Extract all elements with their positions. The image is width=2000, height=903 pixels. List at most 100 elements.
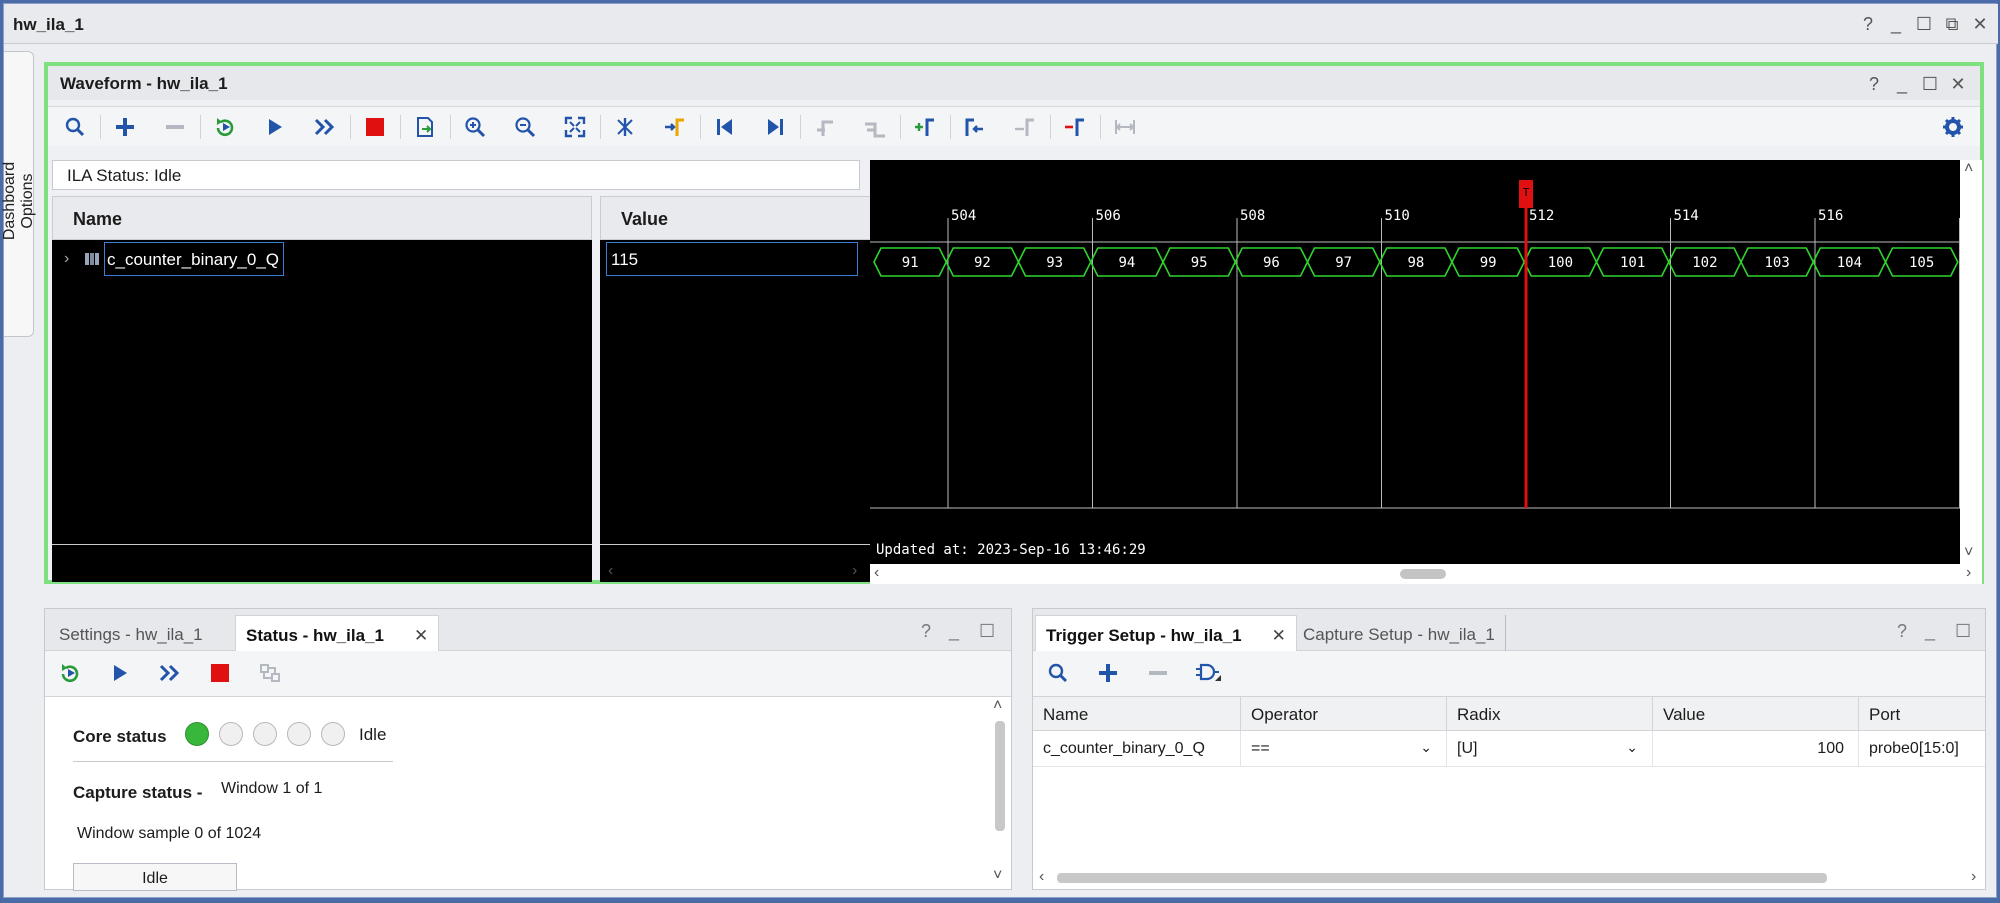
stop-icon[interactable] (360, 113, 390, 141)
value-column-header[interactable]: Value (600, 196, 872, 240)
add-icon[interactable] (1093, 659, 1123, 687)
scroll-down-icon[interactable]: ˅ (1964, 544, 1973, 562)
close-button[interactable]: ✕ (1966, 12, 1994, 36)
expand-chevron-icon[interactable]: › (64, 250, 69, 268)
idle-status-button[interactable]: Idle (73, 863, 237, 891)
capture-status-value: Window 1 of 1 (221, 780, 323, 797)
time-tick-label: 514 (1674, 208, 1699, 224)
go-to-cursor-icon[interactable] (660, 113, 690, 141)
help-button[interactable]: ? (1854, 12, 1882, 36)
help-button[interactable]: ? (1860, 72, 1888, 96)
add-icon[interactable] (110, 113, 140, 141)
zoom-in-icon[interactable] (460, 113, 490, 141)
tab-capture-setup[interactable]: Capture Setup - hw_ila_1 (1293, 615, 1506, 651)
signal-name[interactable]: c_counter_binary_0_Q (104, 242, 285, 276)
close-tab-icon[interactable]: ✕ (1272, 626, 1286, 645)
tab-status[interactable]: Status - hw_ila_1 ✕ (235, 615, 440, 651)
minimize-button[interactable]: _ (949, 621, 959, 642)
scroll-down-icon[interactable]: ˅ (993, 867, 1002, 885)
remove-icon[interactable] (1143, 659, 1173, 687)
divider (73, 761, 393, 762)
tab-settings[interactable]: Settings - hw_ila_1 (49, 615, 213, 651)
chevron-down-icon[interactable]: ⌄ (1626, 739, 1638, 756)
status-vertical-scrollbar[interactable]: ˄ ˅ (989, 697, 1011, 889)
close-button[interactable]: ✕ (1944, 72, 1972, 96)
scroll-right-icon[interactable]: › (1971, 868, 1976, 886)
radix-select[interactable]: [U] ⌄ (1447, 731, 1653, 767)
minimize-button[interactable]: _ (1888, 72, 1916, 96)
trigger-marker-label: T (1523, 186, 1530, 199)
trigger-value-field[interactable]: 100 (1653, 731, 1859, 767)
trigger-name-cell[interactable]: c_counter_binary_0_Q (1033, 731, 1241, 767)
next-transition-icon[interactable] (860, 113, 890, 141)
refresh-trigger-icon[interactable] (55, 659, 85, 687)
previous-marker-icon[interactable] (960, 113, 990, 141)
floating-ruler-icon[interactable] (1110, 113, 1140, 141)
export-icon[interactable] (410, 113, 440, 141)
scroll-left-icon[interactable]: ‹ (1039, 868, 1044, 886)
run-trigger-icon[interactable] (260, 113, 290, 141)
delete-marker-icon[interactable] (1060, 113, 1090, 141)
operator-select[interactable]: == ⌄ (1241, 731, 1447, 767)
waveform-horizontal-scrollbar[interactable]: ‹ › (870, 564, 1982, 584)
go-to-time-icon[interactable] (610, 113, 640, 141)
next-marker-icon[interactable] (1010, 113, 1040, 141)
column-header-radix[interactable]: Radix (1447, 697, 1653, 731)
maximize-button[interactable]: ☐ (979, 621, 995, 642)
scrollbar-thumb[interactable] (1057, 873, 1827, 883)
column-header-port[interactable]: Port (1859, 697, 1985, 731)
chevron-down-icon[interactable]: ⌄ (1420, 739, 1432, 756)
go-to-start-icon[interactable] (710, 113, 740, 141)
scroll-left-icon[interactable]: ‹ (608, 562, 613, 580)
value-row[interactable]: 115 (600, 240, 872, 280)
minimize-button[interactable]: _ (1925, 621, 1935, 642)
scroll-right-icon[interactable]: › (852, 562, 857, 580)
zoom-out-icon[interactable] (510, 113, 540, 141)
trigger-horizontal-scrollbar[interactable]: ‹ › (1033, 867, 1985, 889)
float-button[interactable]: ⧉ (1938, 12, 1966, 36)
scroll-right-icon[interactable]: › (1966, 564, 1971, 582)
scroll-up-icon[interactable]: ˄ (1964, 160, 1973, 178)
bus-sample-value: 103 (1764, 255, 1789, 271)
layout-icon[interactable] (255, 659, 285, 687)
help-button[interactable]: ? (1897, 621, 1907, 642)
stop-icon[interactable] (205, 659, 235, 687)
search-icon[interactable] (1043, 659, 1073, 687)
remove-icon[interactable] (160, 113, 190, 141)
bus-icon (85, 253, 99, 265)
add-marker-icon[interactable] (910, 113, 940, 141)
minimize-button[interactable]: _ (1882, 12, 1910, 36)
scrollbar-thumb[interactable] (995, 721, 1005, 831)
settings-gear-icon[interactable] (1938, 113, 1968, 141)
name-column-header[interactable]: Name (52, 196, 592, 240)
close-tab-icon[interactable]: ✕ (414, 626, 428, 645)
tab-trigger-setup[interactable]: Trigger Setup - hw_ila_1 ✕ (1035, 615, 1297, 651)
scroll-up-icon[interactable]: ˄ (993, 697, 1002, 715)
dashboard-options-tab[interactable]: Dashboard Options (1, 51, 36, 337)
radix-value: [U] (1457, 740, 1478, 757)
go-to-end-icon[interactable] (760, 113, 790, 141)
refresh-trigger-icon[interactable] (210, 113, 240, 141)
run-immediate-icon[interactable] (155, 659, 185, 687)
maximize-button[interactable]: ☐ (1955, 621, 1971, 642)
time-tick-label: 510 (1385, 208, 1410, 224)
zoom-fit-icon[interactable] (560, 113, 590, 141)
maximize-button[interactable]: ☐ (1916, 72, 1944, 96)
previous-transition-icon[interactable] (810, 113, 840, 141)
maximize-button[interactable]: ☐ (1910, 12, 1938, 36)
trigger-setup-panel: Trigger Setup - hw_ila_1 ✕ Capture Setup … (1032, 608, 1986, 890)
waveform-canvas[interactable]: 5045065085105125145165 91929394959697989… (870, 160, 1960, 564)
column-header-operator[interactable]: Operator (1241, 697, 1447, 731)
scroll-left-icon[interactable]: ‹ (874, 564, 879, 582)
trigger-condition-icon[interactable] (1193, 659, 1223, 687)
tab-label: Status - hw_ila_1 (246, 626, 384, 645)
signal-row[interactable]: › c_counter_binary_0_Q (52, 240, 592, 280)
scrollbar-thumb[interactable] (1400, 569, 1446, 579)
search-icon[interactable] (60, 113, 90, 141)
column-header-name[interactable]: Name (1033, 697, 1241, 731)
run-trigger-icon[interactable] (105, 659, 135, 687)
waveform-vertical-scrollbar[interactable]: ˄ ˅ (1960, 160, 1982, 564)
column-header-value[interactable]: Value (1653, 697, 1859, 731)
run-immediate-icon[interactable] (310, 113, 340, 141)
help-button[interactable]: ? (921, 621, 931, 642)
